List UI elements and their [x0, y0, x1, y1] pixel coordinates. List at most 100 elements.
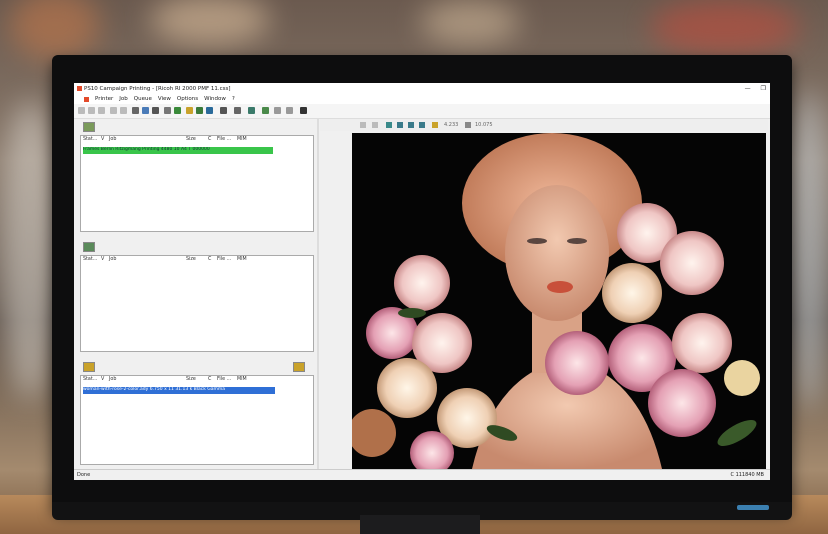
menu-job[interactable]: Job — [119, 96, 127, 102]
col-v[interactable]: V — [101, 137, 104, 142]
rip-icon[interactable] — [186, 107, 193, 114]
menu-window[interactable]: Window — [204, 96, 226, 102]
bokeh-light — [420, 0, 520, 45]
col-mim[interactable]: MIM — [237, 377, 247, 382]
preview-image — [352, 133, 766, 469]
nest-icon[interactable] — [286, 107, 293, 114]
bokeh-light — [790, 90, 828, 410]
bokeh-light — [10, 0, 100, 60]
stop-icon[interactable] — [98, 107, 105, 114]
color-icon[interactable] — [248, 107, 255, 114]
col-status[interactable]: Stat... — [83, 377, 97, 382]
ruler-icon[interactable] — [432, 122, 438, 128]
settings-icon[interactable] — [206, 107, 213, 114]
col-v[interactable]: V — [101, 257, 104, 262]
archive-queue-section: Stat... V Job Size C File ... MIM woman-… — [77, 359, 317, 475]
menu-printer[interactable]: Printer — [95, 96, 113, 102]
archive-queue-list[interactable]: Stat... V Job Size C File ... MIM woman-… — [80, 375, 314, 465]
disk-space: C 111840 MB — [730, 472, 764, 478]
col-c[interactable]: C — [208, 137, 211, 142]
archive-queue-toolbar — [77, 359, 317, 372]
preview-toolbar: 4.233 10.075 — [320, 119, 768, 131]
main-toolbar — [74, 104, 770, 119]
delete-icon[interactable] — [164, 107, 171, 114]
zoom-icon[interactable] — [408, 122, 414, 128]
pane-splitter[interactable] — [317, 119, 319, 475]
monitor-stand — [360, 515, 480, 534]
printer-icon[interactable] — [83, 122, 95, 132]
col-status[interactable]: Stat... — [83, 257, 97, 262]
col-c[interactable]: C — [208, 257, 211, 262]
title-bar: PS10 Campaign Printing - [Ricoh RI 2000 … — [74, 83, 770, 94]
grid-icon[interactable] — [262, 107, 269, 114]
app-icon — [77, 86, 82, 91]
col-status[interactable]: Stat... — [83, 137, 97, 142]
table-row[interactable]: woman-with-rose-2-color.ady 6.750 x 11 3… — [83, 387, 275, 394]
hold-queue-list[interactable]: Stat... V Job Size C File ... MIM — [80, 255, 314, 352]
undo-icon[interactable] — [110, 107, 117, 114]
print-queue-toolbar — [77, 119, 317, 132]
col-size[interactable]: Size — [186, 377, 196, 382]
fit-icon[interactable] — [397, 122, 403, 128]
menu-help[interactable]: ? — [232, 96, 235, 102]
table-row[interactable]: Frames Berlin Ritzigmang Printing 4480 1… — [83, 147, 273, 154]
col-mim[interactable]: MIM — [237, 257, 247, 262]
back-icon[interactable] — [78, 107, 85, 114]
queue-icon[interactable] — [174, 107, 181, 114]
status-bar: Done C 111840 MB — [74, 469, 770, 480]
print-queue-header: Stat... V Job Size C File ... MIM — [81, 136, 313, 144]
minimize-button[interactable]: — — [745, 85, 751, 92]
page-readout: 4.233 — [444, 122, 459, 128]
prev-page-icon[interactable] — [372, 122, 378, 128]
archive-queue-header: Stat... V Job Size C File ... MIM — [81, 376, 313, 384]
queues-pane: Stat... V Job Size C File ... MIM Frames… — [77, 119, 317, 475]
print-queue-section: Stat... V Job Size C File ... MIM Frames… — [77, 119, 317, 236]
print-icon[interactable] — [132, 107, 139, 114]
print-queue-list[interactable]: Stat... V Job Size C File ... MIM Frames… — [80, 135, 314, 232]
menu-view[interactable]: View — [158, 96, 171, 102]
printer-icon — [84, 96, 89, 102]
forward-icon[interactable] — [88, 107, 95, 114]
hold-queue-section: Stat... V Job Size C File ... MIM — [77, 239, 317, 356]
first-page-icon[interactable] — [360, 122, 366, 128]
power-led — [737, 505, 769, 510]
measure-icon[interactable] — [465, 122, 471, 128]
col-c[interactable]: C — [208, 377, 211, 382]
col-file[interactable]: File ... — [217, 257, 231, 262]
menu-queue[interactable]: Queue — [134, 96, 152, 102]
maximize-button[interactable]: ❐ — [761, 85, 766, 92]
job-preview[interactable] — [352, 133, 766, 469]
hold-queue-toolbar — [77, 239, 317, 252]
hold-icon[interactable] — [196, 107, 203, 114]
hold-queue-header: Stat... V Job Size C File ... MIM — [81, 256, 313, 264]
col-size[interactable]: Size — [186, 257, 196, 262]
bokeh-light — [150, 0, 270, 45]
col-job[interactable]: Job — [109, 137, 116, 142]
archive-icon[interactable] — [83, 362, 95, 372]
col-file[interactable]: File ... — [217, 137, 231, 142]
window-title: PS10 Campaign Printing - [Ricoh RI 2000 … — [84, 85, 231, 92]
menu-bar: Printer Job Queue View Options Window ? — [74, 94, 770, 104]
col-mim[interactable]: MIM — [237, 137, 247, 142]
status-text: Done — [77, 472, 91, 478]
hold-icon[interactable] — [83, 242, 95, 252]
archive-options-icon[interactable] — [293, 362, 305, 372]
col-file[interactable]: File ... — [217, 377, 231, 382]
zoom-readout: 10.075 — [475, 122, 493, 128]
send-icon[interactable] — [142, 107, 149, 114]
pan-icon[interactable] — [419, 122, 425, 128]
tile-icon[interactable] — [274, 107, 281, 114]
help-icon[interactable] — [300, 107, 307, 114]
menu-options[interactable]: Options — [177, 96, 198, 102]
col-size[interactable]: Size — [186, 137, 196, 142]
col-job[interactable]: Job — [109, 257, 116, 262]
pointer-icon[interactable] — [386, 122, 392, 128]
col-v[interactable]: V — [101, 377, 104, 382]
crop-icon[interactable] — [220, 107, 227, 114]
layout-icon[interactable] — [152, 107, 159, 114]
col-job[interactable]: Job — [109, 377, 116, 382]
redo-icon[interactable] — [120, 107, 127, 114]
app-window: PS10 Campaign Printing - [Ricoh RI 2000 … — [74, 83, 770, 480]
bokeh-light — [0, 100, 60, 400]
rotate-icon[interactable] — [234, 107, 241, 114]
